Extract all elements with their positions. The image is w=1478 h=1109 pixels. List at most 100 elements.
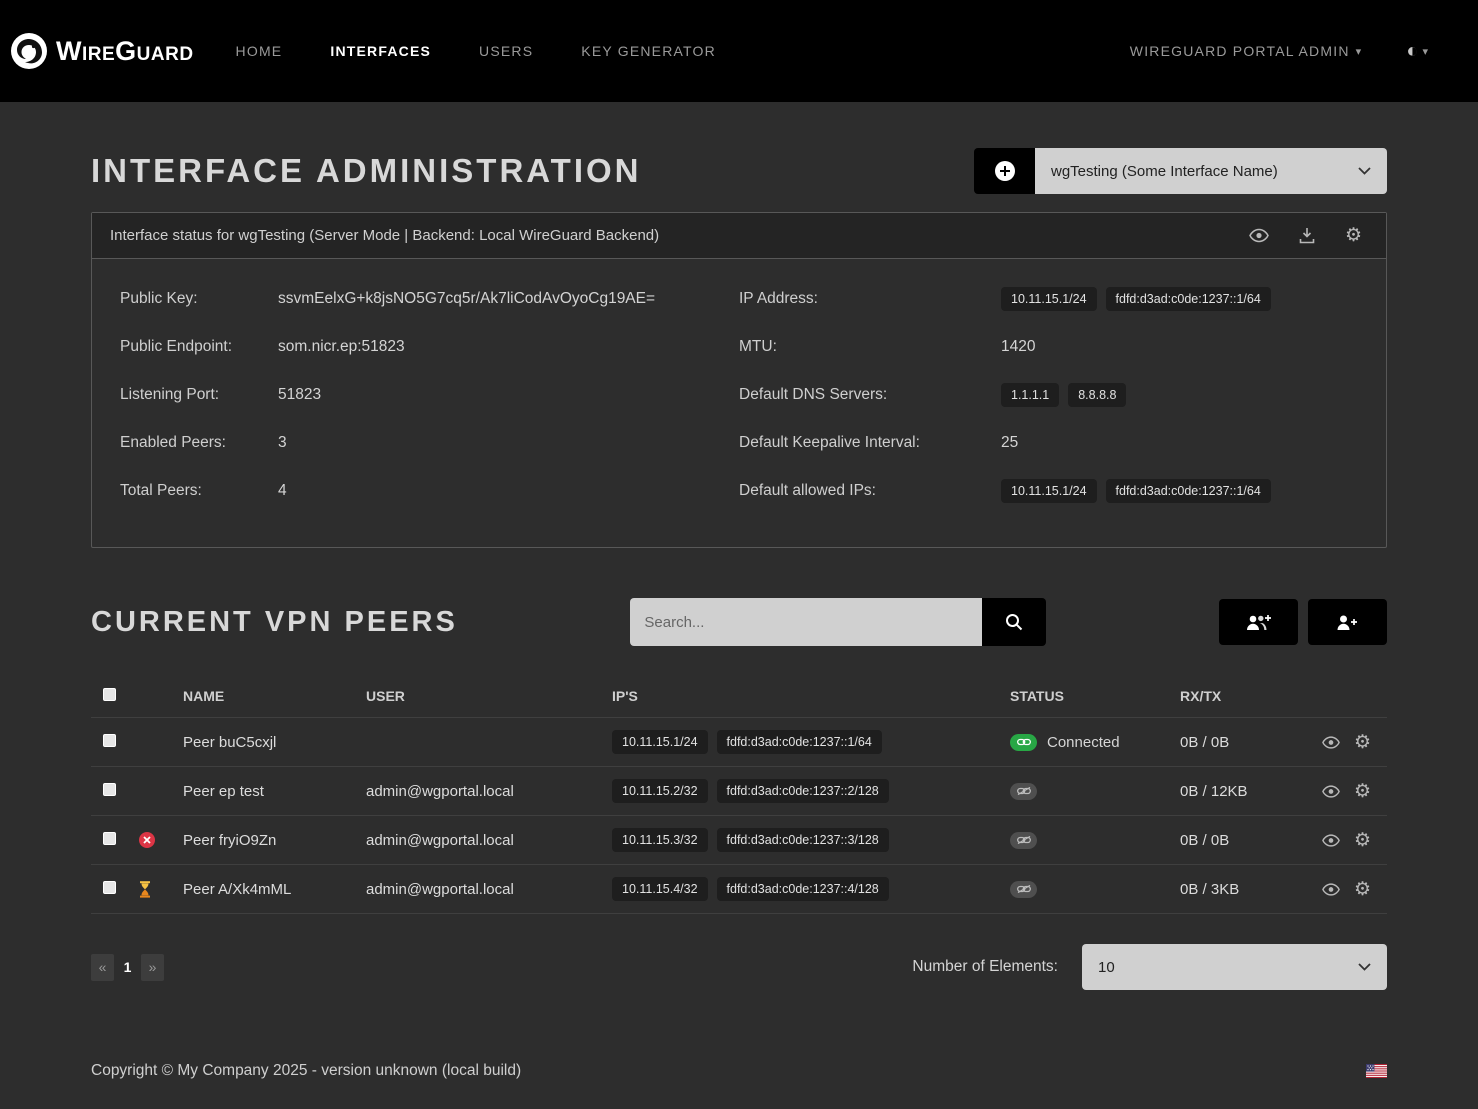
select-all-checkbox[interactable] [103, 688, 116, 701]
nav-item-interfaces[interactable]: INTERFACES [330, 43, 431, 59]
peer-select-checkbox[interactable] [103, 881, 116, 894]
elements-count-select[interactable]: 10 [1082, 944, 1387, 990]
info-row: Listening Port: 51823 [120, 371, 739, 419]
eye-icon [1249, 228, 1269, 243]
peer-rxtx: 0B / 3KB [1180, 881, 1312, 898]
add-users-icon [1244, 613, 1272, 632]
peers-section-title: CURRENT VPN PEERS [91, 606, 458, 639]
info-label: Public Key: [120, 290, 278, 308]
user-menu-label: WIREGUARD PORTAL ADMIN [1130, 43, 1350, 59]
info-label: IP Address: [739, 290, 1001, 308]
peer-name: Peer fryiO9Zn [183, 832, 366, 849]
public-endpoint-value: som.nicr.ep:51823 [278, 338, 405, 356]
peer-rxtx: 0B / 0B [1180, 832, 1312, 849]
col-header-ips: IP'S [612, 688, 1010, 704]
col-header-user: USER [366, 688, 612, 704]
eye-icon [1322, 785, 1340, 798]
info-row: Public Endpoint: som.nicr.ep:51823 [120, 323, 739, 371]
user-menu-dropdown[interactable]: WIREGUARD PORTAL ADMIN ▾ [1130, 43, 1363, 59]
peers-table: NAME USER IP'S STATUS RX/TX Peer buC5cxj… [91, 674, 1387, 914]
us-flag-icon[interactable] [1366, 1064, 1387, 1078]
eye-icon [1322, 834, 1340, 847]
brand[interactable]: WireGuard [10, 32, 194, 70]
enabled-peers-value: 3 [278, 434, 287, 452]
info-label: Listening Port: [120, 386, 278, 404]
status-disconnected-icon [1010, 881, 1037, 898]
peer-rxtx: 0B / 0B [1180, 734, 1312, 751]
interface-select-value: wgTesting (Some Interface Name) [1051, 163, 1278, 180]
info-row: Default Keepalive Interval: 25 [739, 419, 1358, 467]
add-interface-button[interactable] [974, 148, 1035, 194]
nav-item-users[interactable]: USERS [479, 43, 533, 59]
gear-icon: ⚙ [1354, 782, 1371, 801]
gear-icon: ⚙ [1354, 831, 1371, 850]
add-peer-button[interactable] [1308, 599, 1387, 645]
col-header-status: STATUS [1010, 688, 1180, 704]
edit-peer-button[interactable]: ⚙ [1354, 831, 1371, 850]
col-header-name: NAME [183, 688, 366, 704]
theme-toggle-dropdown[interactable]: ◐ ▾ [1406, 40, 1428, 63]
brand-text: WireGuard [56, 36, 194, 67]
edit-peer-button[interactable]: ⚙ [1354, 733, 1371, 752]
search-input[interactable] [630, 598, 982, 646]
view-peer-button[interactable] [1322, 736, 1340, 749]
peer-user: admin@wgportal.local [366, 832, 612, 849]
dns-badge: 1.1.1.1 [1001, 383, 1059, 407]
ip-badge: fdfd:d3ad:c0de:1237::1/64 [1106, 287, 1271, 311]
search-button[interactable] [982, 598, 1046, 646]
status-disconnected-icon [1010, 832, 1037, 849]
allowed-ip-badge: fdfd:d3ad:c0de:1237::1/64 [1106, 479, 1271, 503]
gear-icon: ⚙ [1354, 733, 1371, 752]
view-peer-button[interactable] [1322, 834, 1340, 847]
peer-user: admin@wgportal.local [366, 881, 612, 898]
pagination-page-1[interactable]: 1 [116, 954, 139, 981]
add-user-icon [1335, 613, 1359, 632]
mtu-value: 1420 [1001, 338, 1035, 356]
table-row: Peer A/Xk4mML admin@wgportal.local 10.11… [91, 865, 1387, 914]
peer-expiring-hourglass-icon [139, 881, 151, 898]
interface-picker: wgTesting (Some Interface Name) [974, 148, 1387, 194]
pagination-prev-button[interactable]: « [91, 954, 114, 981]
top-navbar: WireGuard HOME INTERFACES USERS KEY GENE… [0, 0, 1478, 102]
peer-select-checkbox[interactable] [103, 832, 116, 845]
info-label: Enabled Peers: [120, 434, 278, 452]
info-label: Default DNS Servers: [739, 386, 1001, 404]
info-row: Total Peers: 4 [120, 467, 739, 515]
interface-select[interactable]: wgTesting (Some Interface Name) [1035, 148, 1387, 194]
view-peer-button[interactable] [1322, 883, 1340, 896]
card-header-title: Interface status for wgTesting (Server M… [110, 227, 659, 244]
eye-icon [1322, 736, 1340, 749]
view-peer-button[interactable] [1322, 785, 1340, 798]
info-row: IP Address: 10.11.15.1/24 fdfd:d3ad:c0de… [739, 275, 1358, 323]
page-title: INTERFACE ADMINISTRATION [91, 152, 641, 190]
edit-peer-button[interactable]: ⚙ [1354, 782, 1371, 801]
download-interface-config-button[interactable] [1299, 227, 1315, 244]
view-interface-config-button[interactable] [1249, 228, 1269, 243]
table-row: Peer ep test admin@wgportal.local 10.11.… [91, 767, 1387, 816]
elements-count-label: Number of Elements: [912, 958, 1058, 976]
edit-peer-button[interactable]: ⚙ [1354, 880, 1371, 899]
edit-interface-settings-button[interactable]: ⚙ [1345, 226, 1362, 245]
table-header-row: NAME USER IP'S STATUS RX/TX [91, 674, 1387, 718]
peer-ip-badge: 10.11.15.3/32 [612, 828, 708, 852]
info-label: Default allowed IPs: [739, 482, 1001, 500]
peer-select-checkbox[interactable] [103, 734, 116, 747]
nav-links: HOME INTERFACES USERS KEY GENERATOR [236, 43, 716, 59]
info-row: Default DNS Servers: 1.1.1.1 8.8.8.8 [739, 371, 1358, 419]
info-row: MTU: 1420 [739, 323, 1358, 371]
gear-icon: ⚙ [1354, 880, 1371, 899]
chevron-down-icon: ▾ [1356, 45, 1363, 58]
peer-select-checkbox[interactable] [103, 783, 116, 796]
pagination-next-button[interactable]: » [141, 954, 164, 981]
pagination: « 1 » [91, 954, 164, 981]
peer-ip-badge: 10.11.15.1/24 [612, 730, 708, 754]
info-label: MTU: [739, 338, 1001, 356]
col-header-rxtx: RX/TX [1180, 688, 1312, 704]
peer-name: Peer ep test [183, 783, 366, 800]
add-multiple-peers-button[interactable] [1219, 599, 1298, 645]
dns-badge: 8.8.8.8 [1068, 383, 1126, 407]
nav-item-key-generator[interactable]: KEY GENERATOR [581, 43, 716, 59]
peer-ip-badge: 10.11.15.2/32 [612, 779, 708, 803]
status-connected-icon [1010, 734, 1037, 751]
nav-item-home[interactable]: HOME [236, 43, 283, 59]
